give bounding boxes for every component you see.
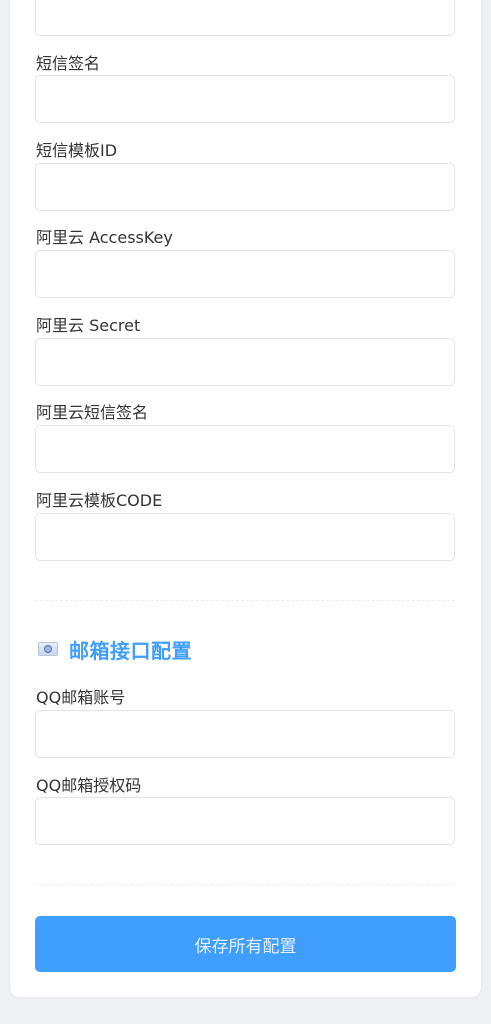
previous-field-input[interactable] <box>35 0 455 36</box>
aliyun-sms-signature-input[interactable] <box>35 425 455 473</box>
aliyun-template-code-input[interactable] <box>35 513 455 561</box>
aliyun-accesskey-label: 阿里云 AccessKey <box>36 228 173 247</box>
email-section-header: 邮箱接口配置 <box>38 636 192 663</box>
qq-email-auth-code-input[interactable] <box>35 797 455 845</box>
save-all-button[interactable]: 保存所有配置 <box>35 916 456 972</box>
section-divider <box>35 884 455 885</box>
section-divider <box>35 600 455 601</box>
sms-template-id-input[interactable] <box>35 163 455 211</box>
aliyun-secret-input[interactable] <box>35 338 455 386</box>
sms-template-id-label: 短信模板ID <box>36 141 118 160</box>
qq-email-account-label: QQ邮箱账号 <box>36 688 126 707</box>
email-section-title: 邮箱接口配置 <box>69 638 192 663</box>
email-icon <box>38 642 58 656</box>
qq-email-account-input[interactable] <box>35 710 455 758</box>
aliyun-accesskey-input[interactable] <box>35 250 455 298</box>
qq-email-auth-code-label: QQ邮箱授权码 <box>36 776 142 795</box>
sms-signature-label: 短信签名 <box>36 54 101 73</box>
aliyun-secret-label: 阿里云 Secret <box>36 316 141 335</box>
sms-signature-input[interactable] <box>35 75 455 123</box>
aliyun-template-code-label: 阿里云模板CODE <box>36 491 163 510</box>
aliyun-sms-signature-label: 阿里云短信签名 <box>36 403 149 422</box>
